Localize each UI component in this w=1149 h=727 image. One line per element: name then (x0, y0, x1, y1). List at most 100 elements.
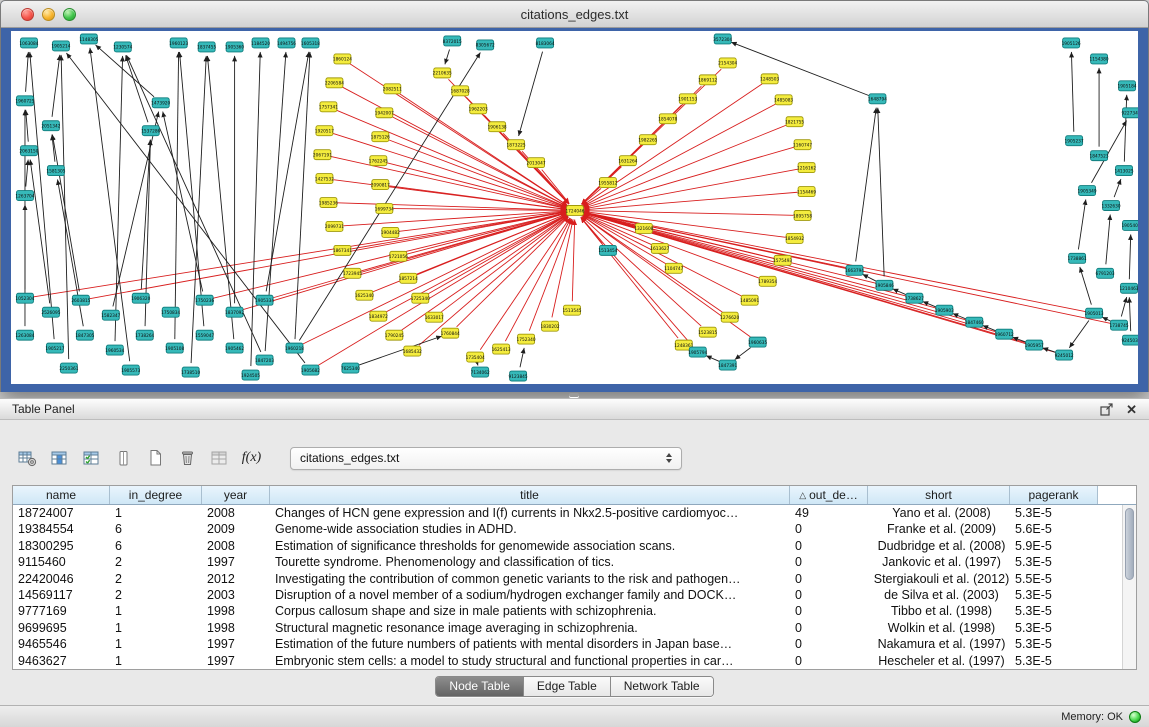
vertical-scrollbar[interactable] (1122, 505, 1136, 669)
graph-node[interactable]: 1869112 (698, 75, 717, 85)
graph-node[interactable]: 1905217 (45, 343, 64, 353)
table-row[interactable]: 1456911722003Disruption of a novel membe… (13, 587, 1122, 603)
graph-node[interactable]: 1537286 (141, 126, 160, 136)
graph-node[interactable]: 1738627 (905, 293, 924, 303)
graph-node[interactable]: 1154380 (1090, 54, 1109, 64)
graph-node[interactable]: 1735404 (466, 352, 485, 362)
scrollbar-thumb[interactable] (1125, 508, 1134, 580)
graph-node[interactable]: 1905573 (121, 365, 140, 375)
graph-node[interactable]: 1854932 (785, 233, 804, 243)
graph-node[interactable]: 2082511 (383, 84, 402, 94)
graph-node[interactable]: 1723945 (343, 268, 362, 278)
graph-node[interactable]: 1760844 (441, 328, 460, 338)
graph-node[interactable]: 1847391 (718, 360, 737, 370)
graph-node[interactable]: 1613627 (650, 243, 669, 253)
graph-node[interactable]: 1895758 (793, 210, 812, 220)
table-select-dropdown[interactable]: citations_edges.txt (290, 447, 682, 470)
graph-node[interactable]: 1905126 (1062, 38, 1081, 48)
graph-node[interactable]: 1985236 (319, 198, 338, 208)
graph-node[interactable]: 1738510 (181, 367, 200, 377)
graph-node[interactable]: 2526095 (41, 307, 60, 317)
graph-node[interactable]: 2154304 (718, 58, 737, 68)
column-selector-icon[interactable] (46, 445, 73, 471)
graph-node[interactable]: 1854078 (658, 114, 677, 124)
graph-node[interactable]: 1582347 (101, 310, 120, 320)
graph-node[interactable]: 7625340 (341, 363, 360, 373)
graph-node[interactable]: 2013047 (527, 158, 546, 168)
column-header-pagerank[interactable]: pagerank (1010, 486, 1098, 504)
graph-node[interactable]: 1905462 (225, 343, 244, 353)
graph-node[interactable]: 1860124 (333, 54, 352, 64)
graph-node[interactable]: 1757341 (319, 102, 338, 112)
graph-node[interactable]: 1663794 (845, 265, 864, 275)
tab-edge-table[interactable]: Edge Table (523, 677, 610, 696)
graph-node[interactable]: 1160747 (793, 140, 812, 150)
graph-node[interactable]: 2063150 (19, 146, 38, 156)
graph-node[interactable]: 1834972 (369, 311, 388, 321)
graph-node[interactable]: 1955812 (598, 178, 617, 188)
close-button[interactable] (21, 8, 34, 21)
table-row[interactable]: 946362711997Embryonic stem cells: a mode… (13, 653, 1122, 669)
graph-node[interactable]: 1738264 (135, 330, 154, 340)
graph-node[interactable]: 1905360 (225, 42, 244, 52)
graph-node[interactable]: 1830202 (540, 321, 559, 331)
graph-node[interactable]: 2051342 (41, 121, 60, 131)
graph-node[interactable]: 1847203 (255, 355, 274, 365)
graph-node[interactable]: 1960534 (105, 345, 124, 355)
table-row[interactable]: 1830029562008Estimation of significance … (13, 538, 1122, 554)
graph-node[interactable]: 1248503 (760, 74, 779, 84)
graph-node[interactable]: 1750834 (161, 307, 180, 317)
graph-node[interactable]: 1982265 (638, 135, 657, 145)
graph-node[interactable]: 1485091 (740, 295, 759, 305)
graph-node[interactable]: 2603815 (71, 295, 90, 305)
graph-node[interactable]: 1738861 (1068, 253, 1087, 263)
graph-node[interactable]: 1648794 (868, 94, 887, 104)
graph-node[interactable]: 8372015 (443, 36, 462, 46)
network-canvas[interactable]: 1724046186012422065841757341192051720671… (11, 31, 1138, 384)
graph-node[interactable]: 1905406 (1121, 220, 1138, 230)
graph-node[interactable]: 1905957 (1025, 340, 1044, 350)
graph-node[interactable]: 1752340 (517, 334, 536, 344)
panel-divider-grip[interactable] (569, 393, 579, 397)
graph-node[interactable]: 1473920 (151, 98, 170, 108)
graph-node[interactable]: 1216162 (797, 163, 816, 173)
table-row[interactable]: 1938455462009Genome-wide association stu… (13, 521, 1122, 537)
graph-node[interactable]: 1631264 (618, 156, 637, 166)
graph-node[interactable]: 1905794 (688, 347, 707, 357)
column-header-short[interactable]: short (868, 486, 1010, 504)
graph-node[interactable]: 1906320 (131, 293, 150, 303)
graph-node[interactable]: 1523815 (698, 327, 717, 337)
table-row[interactable]: 2242004622012Investigating the contribut… (13, 571, 1122, 587)
graph-node[interactable]: 1905334 (255, 295, 274, 305)
graph-node[interactable]: 2099731 (325, 221, 344, 231)
graph-node[interactable]: 1063084 (19, 38, 38, 48)
graph-node[interactable]: 1413025 (1114, 166, 1133, 176)
graph-node[interactable]: 1847305 (75, 330, 94, 340)
table-settings-icon[interactable] (14, 445, 41, 471)
graph-node[interactable]: 8305672 (476, 40, 495, 50)
graph-node[interactable]: 1962203 (469, 104, 488, 114)
graph-node[interactable]: 1230574 (113, 42, 132, 52)
graph-node[interactable]: 1875126 (371, 132, 390, 142)
graph-node[interactable]: 6791203 (1096, 268, 1115, 278)
graph-node[interactable]: 1210463 (1119, 283, 1138, 293)
graph-node[interactable]: 7134062 (471, 367, 490, 377)
graph-node[interactable]: 1738745 (1109, 320, 1128, 330)
graph-node[interactable]: 1750236 (195, 295, 214, 305)
graph-node[interactable]: 1960218 (285, 343, 304, 353)
column-header-out_de[interactable]: △out_de… (790, 486, 868, 504)
graph-node[interactable]: 2090817 (371, 180, 390, 190)
edit-columns-icon[interactable] (78, 445, 105, 471)
graph-node[interactable]: 1332630 (1102, 201, 1121, 211)
graph-node[interactable]: 1725340 (411, 293, 430, 303)
network-graph[interactable]: 1724046186012422065841757341192051720671… (11, 31, 1138, 384)
graph-node[interactable]: 8183064 (536, 38, 555, 48)
graph-node[interactable]: 1605318 (301, 38, 320, 48)
window-titlebar[interactable]: citations_edges.txt (1, 1, 1148, 28)
single-column-icon[interactable] (110, 445, 137, 471)
graph-node[interactable]: 1789354 (758, 276, 777, 286)
import-table-icon[interactable] (206, 445, 233, 471)
graph-node[interactable]: 1762245 (369, 156, 388, 166)
graph-node[interactable]: 1905237 (1065, 136, 1084, 146)
graph-node[interactable]: 1276620 (720, 312, 739, 322)
